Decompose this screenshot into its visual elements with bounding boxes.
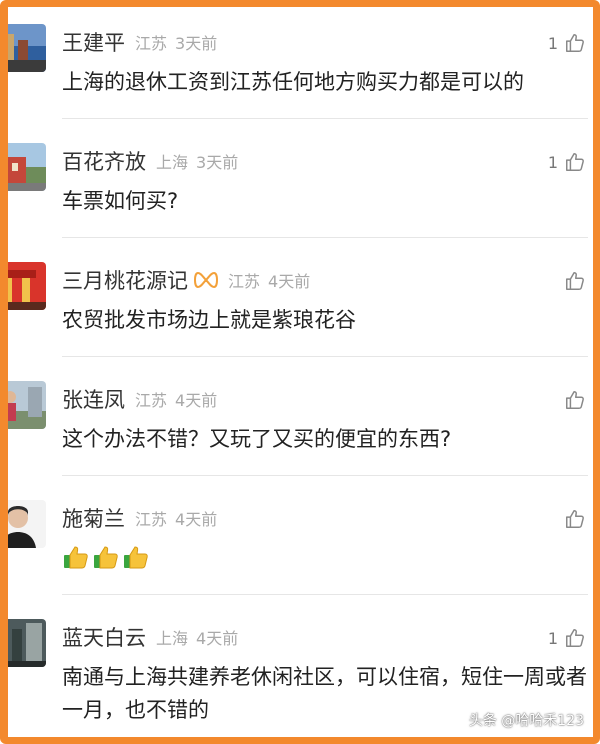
like-count: 1 [547,33,558,53]
portrait-photo-avatar [0,500,46,548]
avatar[interactable] [0,500,46,548]
comment-text [62,542,590,570]
user-location: 江苏 [228,272,261,291]
avatar[interactable] [0,24,46,72]
like-button[interactable]: 1 [548,149,586,175]
red-gate-photo-avatar [0,262,46,310]
avatar[interactable] [0,143,46,191]
avatar[interactable] [0,262,46,310]
comment-time: 3天前 [175,34,218,53]
building-photo-avatar [0,143,46,191]
avatar[interactable] [0,619,46,667]
comment-item: 三月桃花源记 江苏 4天前 农贸批发市场边上就是紫琅花谷 [0,238,600,357]
user-location: 江苏 [135,34,168,53]
user-location: 江苏 [135,391,168,410]
username[interactable]: 蓝天白云 [62,622,146,652]
landscape-photo-avatar [0,24,46,72]
thumbs-up-emoji [64,546,88,569]
username[interactable]: 张连凤 [62,384,125,414]
thumbs-up-emoji [94,546,118,569]
comment-text: 上海的退休工资到江苏任何地方购买力都是可以的 [62,70,524,94]
comment-text: 车票如何买? [62,189,179,213]
like-button[interactable] [564,506,586,532]
user-location: 江苏 [135,510,168,529]
comment-time: 4天前 [175,391,218,410]
comment-text: 农贸批发市场边上就是紫琅花谷 [62,308,356,332]
street-photo-avatar [0,619,46,667]
comment-text: 这个办法不错？又玩了又买的便宜的东西? [62,427,452,451]
orange-ribbon-badge-icon [194,270,218,290]
thumbs-up-emoji [124,546,148,569]
comment-item: 百花齐放 上海 3天前 1 车票如何买? [0,119,600,238]
username[interactable]: 施菊兰 [62,503,125,533]
thumbs-up-icon [566,153,584,171]
like-button[interactable] [564,268,586,294]
watermark: 头条 @哈哈禾123 [468,713,584,729]
comment-time: 3天前 [196,153,239,172]
comment-time: 4天前 [268,272,311,291]
username[interactable]: 百花齐放 [62,146,146,176]
comment-time: 4天前 [196,629,239,648]
thumbs-up-icon [566,391,584,409]
comment-item: 王建平 江苏 3天前 1 上海的退休工资到江苏任何地方购买力都是可以的 [0,0,600,119]
person-photo-avatar [0,381,46,429]
thumbs-up-icon [566,34,584,52]
user-location: 上海 [156,153,189,172]
like-button[interactable]: 1 [548,30,586,56]
comment-item: 施菊兰 江苏 4天前 [0,476,600,595]
thumbs-up-icon [566,510,584,528]
avatar[interactable] [0,381,46,429]
like-count: 1 [547,628,558,648]
like-count: 1 [547,152,558,172]
username[interactable]: 三月桃花源记 [62,265,188,295]
thumbs-up-icon [566,272,584,290]
comment-item: 张连凤 江苏 4天前 这个办法不错？又玩了又买的便宜的东西? [0,357,600,476]
like-button[interactable]: 1 [548,625,586,651]
like-button[interactable] [564,387,586,413]
comment-time: 4天前 [175,510,218,529]
user-location: 上海 [156,629,189,648]
thumbs-up-icon [566,629,584,647]
emoji-row [62,544,590,570]
username[interactable]: 王建平 [62,27,125,57]
